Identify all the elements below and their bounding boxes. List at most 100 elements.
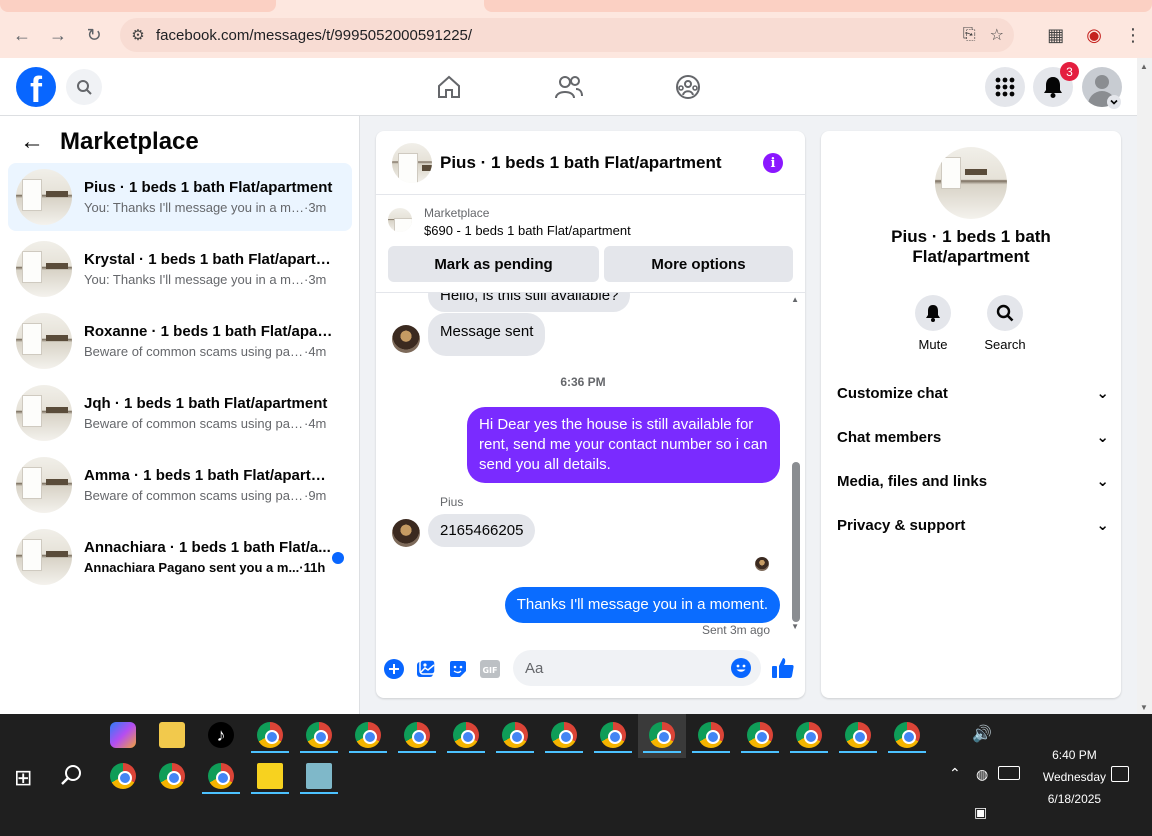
scroll-down-icon[interactable]: ▼ [791,622,799,631]
chrome-profile-icon[interactable] [453,722,479,748]
listing-title[interactable]: $690 - 1 beds 1 bath Flat/apartment [424,223,631,238]
sticker-icon[interactable] [447,658,469,680]
like-thumbs-up-icon[interactable] [771,656,795,680]
install-app-icon[interactable]: ⎘ [963,26,976,44]
message-timestamp: 6:36 PM [560,375,606,389]
chevron-up-icon[interactable]: ⌃ [949,765,961,782]
chat-listing-thumbnail[interactable] [392,142,432,183]
mute-button[interactable]: Mute [903,295,963,352]
listing-profile-image[interactable] [935,147,1007,219]
profile-icon[interactable]: ◉ [1086,25,1102,46]
info-title: Pius · 1 beds 1 bath Flat/apartment [821,227,1121,267]
chevron-down-icon: ⌄ [1096,473,1109,490]
chat-scrollbar[interactable] [792,462,800,622]
chrome-profile-icon[interactable] [257,722,283,748]
chrome-profile-icon[interactable] [747,722,773,748]
gif-icon[interactable]: GIF [479,658,501,680]
chrome-profile-icon[interactable] [649,722,675,748]
add-plus-icon[interactable] [383,658,405,680]
extensions-icon[interactable]: ▦ [1047,25,1064,46]
site-settings-icon[interactable]: ⚙ [120,26,156,44]
conversation-item[interactable]: Amma · 1 beds 1 bath Flat/apartm... Bewa… [8,451,352,519]
running-indicator [594,751,632,753]
forward-icon[interactable]: → [40,17,76,53]
back-arrow-icon[interactable]: ← [20,128,44,156]
system-clock[interactable]: 6:40 PM Wednesday 6/18/2025 [1043,744,1106,810]
info-icon[interactable]: i [763,153,783,173]
clock-date: 6/18/2025 [1047,792,1102,806]
copilot-icon[interactable] [110,722,136,748]
media-files-links-section[interactable]: Media, files and links ⌄ [837,471,1109,491]
device-icon[interactable]: ▣ [974,804,987,821]
chat-members-section[interactable]: Chat members ⌄ [837,427,1109,447]
reload-icon[interactable]: ↻ [76,17,112,53]
running-indicator [741,751,779,753]
conversation-name: Roxanne · 1 beds 1 bath Flat/apart... [84,323,334,340]
chrome-profile-icon[interactable] [894,722,920,748]
mark-as-pending-button[interactable]: Mark as pending [388,246,599,282]
bookmark-star-icon[interactable]: ☆ [990,25,1004,45]
chrome-profile-icon[interactable] [159,763,185,789]
section-label: Media, files and links [837,472,988,490]
sender-avatar[interactable] [392,325,420,353]
avatar-head [1095,75,1109,89]
groups-icon[interactable] [673,72,703,102]
keyboard-icon[interactable] [998,766,1020,780]
search-icon [987,295,1023,331]
customize-chat-section[interactable]: Customize chat ⌄ [837,383,1109,403]
facebook-logo[interactable]: f [16,67,56,107]
conversation-name: Annachiara · 1 beds 1 bath Flat/a... [84,539,331,556]
tiktok-icon[interactable]: ♪ [208,722,234,748]
chrome-profile-icon[interactable] [551,722,577,748]
omnibox[interactable]: ⚙ facebook.com/messages/t/99950520005912… [120,18,1014,52]
conversation-item[interactable]: Roxanne · 1 beds 1 bath Flat/apart... Be… [8,307,352,375]
chrome-profile-icon[interactable] [502,722,528,748]
search-conversation-button[interactable]: Search [975,295,1035,352]
notification-center-icon[interactable] [1111,766,1129,782]
windows-start-icon[interactable]: ⊞ [14,765,32,791]
home-icon[interactable] [434,72,464,102]
chrome-profile-icon[interactable] [208,763,234,789]
chat-title[interactable]: Pius · 1 beds 1 bath Flat/apartment [440,153,722,173]
scroll-up-icon[interactable]: ▲ [1140,62,1148,71]
wifi-icon[interactable]: ◍ [976,766,988,783]
conversation-item[interactable]: Annachiara · 1 beds 1 bath Flat/a... Ann… [8,523,352,591]
chrome-profile-icon[interactable] [796,722,822,748]
scroll-up-icon[interactable]: ▲ [791,295,799,304]
chrome-profile-icon[interactable] [355,722,381,748]
account-chevron-down-icon[interactable] [1107,95,1121,109]
message-input[interactable]: Aa [513,650,761,686]
chrome-profile-icon[interactable] [110,763,136,789]
sticky-notes-icon[interactable] [257,763,283,789]
emoji-icon[interactable] [731,658,751,678]
chrome-profile-icon[interactable] [698,722,724,748]
photo-icon[interactable] [415,658,437,680]
conversation-item[interactable]: Jqh · 1 beds 1 bath Flat/apartment Bewar… [8,379,352,447]
sender-avatar[interactable] [392,519,420,547]
browser-tab[interactable] [0,0,276,12]
scroll-down-icon[interactable]: ▼ [1140,703,1148,712]
chrome-menu-icon[interactable]: ⋮ [1124,25,1142,46]
more-options-button[interactable]: More options [604,246,793,282]
info-title-text: Pius · 1 beds 1 bath Flat/apartment [891,227,1051,266]
chrome-profile-icon[interactable] [404,722,430,748]
menu-grid-icon[interactable] [985,67,1025,107]
browser-tab[interactable] [484,0,1152,12]
friends-icon[interactable] [554,72,584,102]
taskbar-search-icon[interactable] [60,763,84,792]
marketplace-listing-card: Marketplace $690 - 1 beds 1 bath Flat/ap… [376,195,805,293]
back-icon[interactable]: ← [4,17,40,53]
chevron-down-icon: ⌄ [1096,385,1109,402]
chrome-profile-icon[interactable] [600,722,626,748]
search-icon[interactable] [66,69,102,105]
volume-icon[interactable]: 🔊 [972,724,992,744]
privacy-support-section[interactable]: Privacy & support ⌄ [837,515,1109,535]
url-text[interactable]: facebook.com/messages/t/9995052000591225… [156,27,472,44]
conversation-item[interactable]: Pius · 1 beds 1 bath Flat/apartment You:… [8,163,352,231]
chrome-profile-icon[interactable] [306,722,332,748]
conversation-item[interactable]: Krystal · 1 beds 1 bath Flat/apartm... Y… [8,235,352,303]
file-explorer-icon[interactable] [159,722,185,748]
chrome-profile-icon[interactable] [845,722,871,748]
page-scrollbar[interactable]: ▲ ▼ [1137,58,1152,714]
app-window-icon[interactable] [306,763,332,789]
